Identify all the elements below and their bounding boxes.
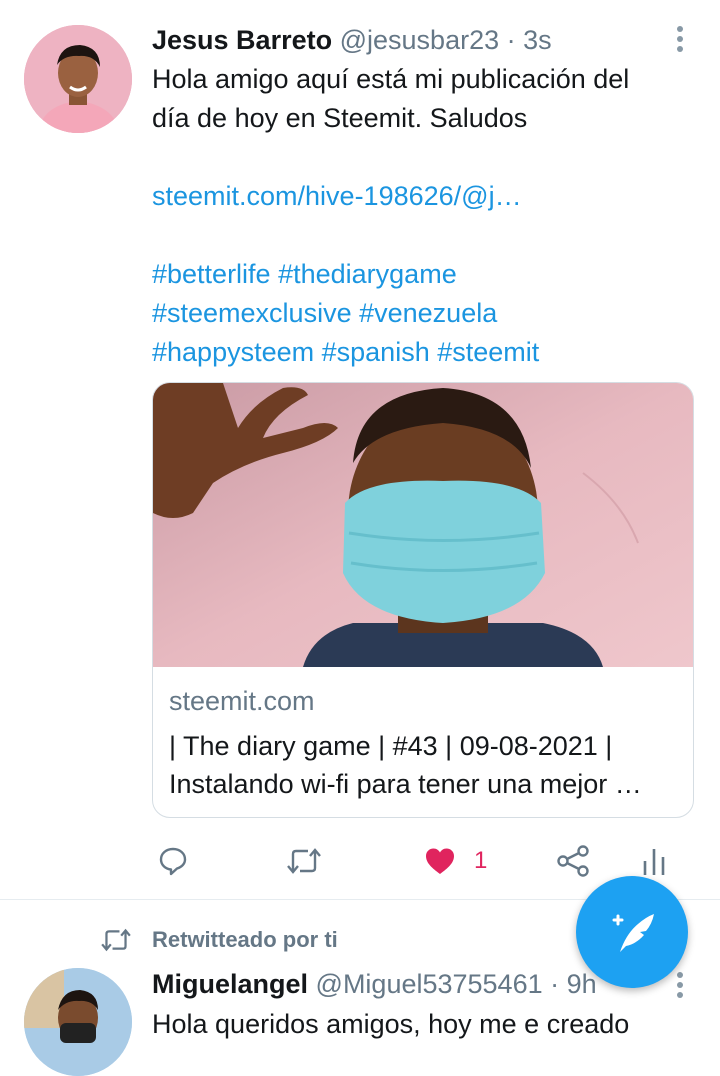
hashtag[interactable]: #spanish bbox=[322, 337, 430, 367]
analytics-icon bbox=[643, 849, 665, 875]
hashtag-line: #steemexclusive #venezuela bbox=[152, 294, 697, 333]
timestamp[interactable]: 9h bbox=[567, 969, 597, 999]
retweet-context: Retwitteado por ti bbox=[100, 924, 338, 956]
tweet[interactable]: Jesus Barreto @jesusbar23 · 3s Hola amig… bbox=[0, 0, 720, 900]
heart-filled-icon bbox=[426, 848, 454, 874]
tweet-header: Jesus Barreto @jesusbar23 · 3s bbox=[152, 22, 552, 58]
separator-dot: · bbox=[499, 25, 524, 55]
timestamp[interactable]: 3s bbox=[523, 25, 552, 55]
retweet-context-label[interactable]: Retwitteado por ti bbox=[152, 927, 338, 953]
more-options-icon[interactable] bbox=[668, 970, 692, 1000]
card-title-line: | The diary game | #43 | 09-08-2021 | bbox=[169, 731, 613, 761]
link-preview-card[interactable]: steemit.com | The diary game | #43 | 09-… bbox=[152, 382, 694, 818]
reply-button[interactable] bbox=[158, 836, 188, 886]
retweet-button[interactable] bbox=[286, 836, 322, 886]
like-count: 1 bbox=[474, 847, 488, 874]
display-name[interactable]: Jesus Barreto bbox=[152, 25, 332, 55]
tweet-text-line: Hola amigo aquí está mi publicación del bbox=[152, 64, 630, 94]
separator-dot: · bbox=[542, 969, 567, 999]
more-options-icon[interactable] bbox=[668, 24, 692, 54]
avatar[interactable] bbox=[24, 968, 132, 1076]
card-domain: steemit.com bbox=[169, 686, 315, 716]
compose-tweet-button[interactable] bbox=[576, 876, 688, 988]
hashtag-line: #happysteem #spanish #steemit bbox=[152, 333, 697, 372]
share-icon bbox=[557, 845, 589, 877]
card-title: | The diary game | #43 | 09-08-2021 | In… bbox=[169, 727, 684, 803]
like-button[interactable]: 1 bbox=[424, 836, 487, 886]
tweet-link[interactable]: steemit.com/hive-198626/@j… bbox=[152, 177, 697, 216]
retweet-icon bbox=[287, 848, 321, 874]
hashtag-line: #betterlife #thediarygame bbox=[152, 255, 697, 294]
compose-quill-icon bbox=[612, 914, 654, 952]
tweet-header: Miguelangel @Miguel53755461 · 9h bbox=[152, 966, 597, 1002]
user-handle[interactable]: @jesusbar23 bbox=[340, 25, 500, 55]
card-image[interactable] bbox=[153, 383, 693, 667]
hashtag[interactable]: #steemexclusive bbox=[152, 298, 352, 328]
card-title-line: Instalando wi-fi para tener una mejor … bbox=[169, 769, 642, 799]
display-name[interactable]: Miguelangel bbox=[152, 969, 308, 999]
hashtag[interactable]: #thediarygame bbox=[278, 259, 457, 289]
tweet-text-line: día de hoy en Steemit. Saludos bbox=[152, 103, 528, 133]
tweet-text: Hola amigo aquí está mi publicación del … bbox=[152, 60, 697, 372]
reply-icon bbox=[159, 847, 187, 876]
retweet-icon bbox=[101, 928, 131, 952]
hashtag[interactable]: #betterlife bbox=[152, 259, 271, 289]
share-button[interactable] bbox=[556, 836, 590, 886]
avatar[interactable] bbox=[24, 25, 132, 133]
tweet-actions: 1 bbox=[150, 836, 690, 886]
hashtag[interactable]: #happysteem bbox=[152, 337, 314, 367]
hashtag[interactable]: #venezuela bbox=[359, 298, 497, 328]
user-handle[interactable]: @Miguel53755461 bbox=[316, 969, 543, 999]
tweet-text: Hola queridos amigos, hoy me e creado bbox=[152, 1009, 630, 1039]
hashtag[interactable]: #steemit bbox=[437, 337, 539, 367]
